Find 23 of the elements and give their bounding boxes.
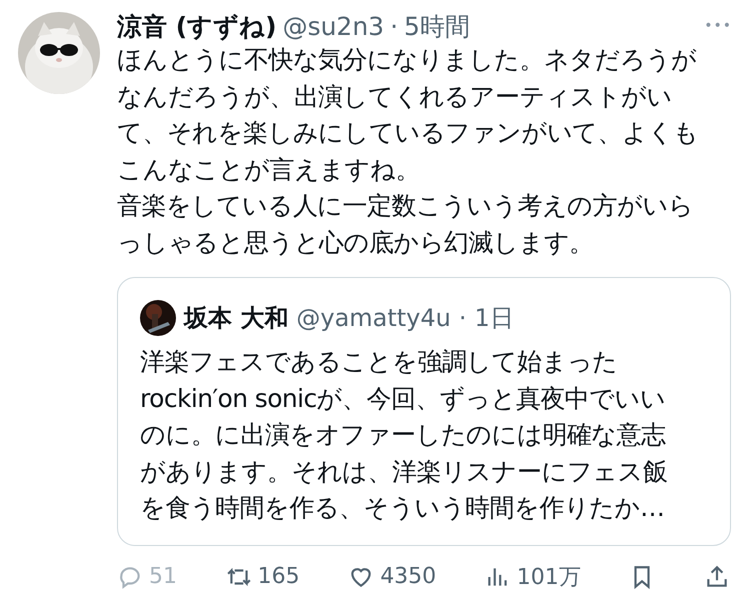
like-button[interactable]: 4350 [348, 564, 436, 590]
timestamp: 5時間 [404, 10, 470, 42]
separator-dot: · [458, 304, 466, 332]
quoted-text-line: 洋楽フェスであることを強調して始まった [140, 346, 619, 378]
quoted-text-line: を食う時間を作る、そういう時間を作りたか… [140, 492, 666, 524]
username: @su2n3 [282, 12, 384, 40]
repost-button[interactable]: 165 [226, 564, 300, 590]
tweet-text-line: なんだろうが、出演してくれるアーティストがい [117, 80, 673, 112]
tweet-text-line: こんなことが言えますね。 [117, 154, 421, 186]
quoted-text-line: があります。それは、洋楽リスナーにフェス飯 [140, 456, 668, 488]
tweet-text-line: て、それを楽しみにしているファンがいて、よくも [117, 117, 700, 149]
quoted-tweet-card[interactable]: 坂本 大和 @yamatty4u · 1日 洋楽フェスであることを強調して始まった rockin′on sonicが、今回、ずっと真夜中でいい のに。に出演をオファーしたのには明確な意志 があります。それは、洋楽リスナーにフェス飯 を食う時間を作る、そういう時間を作りたか… [117, 277, 731, 546]
views-button[interactable]: 101万 [484, 562, 581, 592]
tweet-text-line: っしゃると思うと心の底から幻滅します。 [117, 226, 595, 258]
tweet-text-line: 音楽をしている人に一定数こういう考えの方がいら [117, 190, 694, 222]
username: @yamatty4u [296, 304, 451, 332]
timestamp: 1日 [474, 303, 514, 334]
display-name: 涼音 (すずね) [117, 10, 277, 42]
quoted-text-line: のに。に出演をオファーしたのには明確な意志 [140, 419, 667, 451]
display-name: 坂本 大和 [184, 303, 288, 334]
tweet-text-line: ほんとうに不快な気分になりました。ネタだろうが [117, 44, 698, 76]
separator-dot: · [390, 12, 398, 40]
quoted-text-line: rockin′on sonicが、今回、ずっと真夜中でいい [140, 382, 666, 414]
